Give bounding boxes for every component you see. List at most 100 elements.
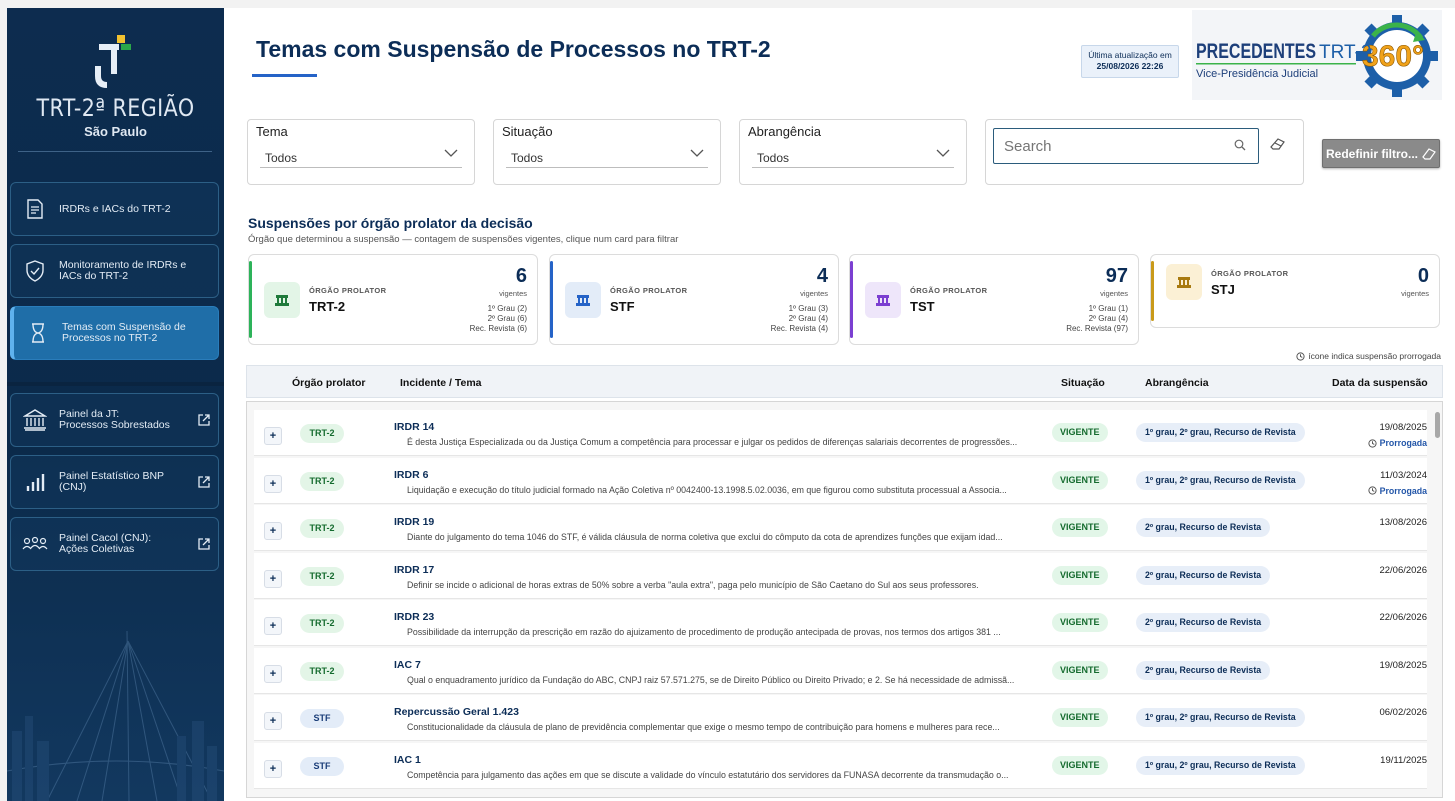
expand-row-button[interactable]: + xyxy=(264,522,282,540)
card-kind: ÓRGÃO PROLATOR xyxy=(1211,269,1289,278)
expand-row-button[interactable]: + xyxy=(264,664,282,683)
situacao-badge: VIGENTE xyxy=(1052,565,1108,585)
filter-label: Tema xyxy=(256,124,288,139)
prorrogada-label: Prorrogada xyxy=(1379,438,1427,448)
page-title: Temas com Suspensão de Processos no TRT-… xyxy=(256,36,771,62)
incidente-title: IRDR 23 xyxy=(394,611,435,623)
suspension-date: 19/08/2025 xyxy=(1379,422,1427,433)
card-count: 0 xyxy=(1417,265,1429,287)
expand-row-button[interactable]: + xyxy=(264,569,282,588)
brand-divider xyxy=(18,151,212,152)
org-badge: TRT-2 xyxy=(300,614,344,633)
abrangencia-badge: 2º grau, Recurso de Revista xyxy=(1136,518,1271,537)
nav-temas-suspensao[interactable]: Temas com Suspensão de Processos no TRT-… xyxy=(10,306,219,360)
org-badge: TRT-2 xyxy=(300,519,344,538)
courthouse-icon xyxy=(11,409,59,431)
card-vigentes: vigentes xyxy=(499,289,527,298)
table-row[interactable]: + TRT-2 IRDR 6 Liquidação e execução do … xyxy=(254,457,1427,504)
nav-painel-jt[interactable]: Painel da JT: Processos Sobrestados xyxy=(10,393,219,447)
card-detail: 1º Grau (3) xyxy=(788,304,828,313)
hourglass-icon xyxy=(14,323,62,343)
bar-chart-icon xyxy=(11,472,59,492)
nav-irdrs-iacs[interactable]: IRDRs e IACs do TRT-2 xyxy=(10,182,219,236)
incidente-title: IAC 7 xyxy=(394,658,421,671)
expand-row-button[interactable]: + xyxy=(264,427,282,445)
incidente-description: Diante do julgamento do tema 1046 do STF… xyxy=(407,532,1003,542)
abrangencia-dropdown[interactable]: Todos xyxy=(752,145,954,168)
incidente-description: Liquidação e execução do título judicial… xyxy=(407,484,1007,495)
org-card-trt-2[interactable]: ÓRGÃO PROLATOR TRT-2 6 vigentes 1º Grau … xyxy=(248,254,538,345)
org-card-stj[interactable]: ÓRGÃO PROLATOR STJ 0 vigentes xyxy=(1150,254,1440,328)
gavel-icon xyxy=(264,282,300,318)
card-accent-bar xyxy=(850,261,853,338)
chevron-down-icon xyxy=(444,149,458,157)
abrangencia-badge: 2º grau, Recurso de Revista xyxy=(1136,660,1271,680)
incidente-description: É desta Justiça Especializada ou da Just… xyxy=(407,437,1018,447)
clock-icon xyxy=(1367,438,1377,448)
incidente-description: Possibilidade da interrupção da prescriç… xyxy=(407,627,1001,637)
card-kind: ÓRGÃO PROLATOR xyxy=(910,286,988,295)
situacao-badge: VIGENTE xyxy=(1052,708,1108,727)
main-content: Temas com Suspensão de Processos no TRT-… xyxy=(224,8,1455,801)
org-card-tst[interactable]: ÓRGÃO PROLATOR TST 97 vigentes 1º Grau (… xyxy=(849,254,1139,345)
last-updated-value: 25/08/2026 22:26 xyxy=(1096,61,1164,71)
org-badge: TRT-2 xyxy=(300,424,344,443)
abrangencia-badge: 1º grau, 2º grau, Recurso de Revista xyxy=(1136,470,1305,490)
nav-painel-cacol[interactable]: Painel Cacol (CNJ): Ações Coletivas xyxy=(10,517,219,571)
search-icon[interactable] xyxy=(1234,139,1246,151)
col-incidente[interactable]: Incidente / Tema xyxy=(400,377,482,389)
table-body: + TRT-2 IRDR 14 É desta Justiça Especial… xyxy=(246,401,1443,798)
gavel-icon xyxy=(865,282,901,318)
table-row[interactable]: + TRT-2 IAC 7 Qual o enquadramento juríd… xyxy=(254,647,1427,694)
last-updated-label: Última atualização em xyxy=(1088,50,1172,60)
col-abrangencia[interactable]: Abrangência xyxy=(1145,377,1209,389)
table-row[interactable]: + TRT-2 IRDR 19 Diante do julgamento do … xyxy=(254,505,1427,551)
card-count: 4 xyxy=(816,265,828,287)
dropdown-value: Todos xyxy=(265,151,298,165)
card-name: STF xyxy=(610,299,635,314)
incidente-description: Qual o enquadramento jurídico da Fundaçã… xyxy=(407,674,1015,685)
expand-row-button[interactable]: + xyxy=(264,474,282,493)
table-row[interactable]: + TRT-2 IRDR 23 Possibilidade da interru… xyxy=(254,600,1427,646)
nav-label: IRDRs e IACs do TRT-2 xyxy=(59,202,171,215)
table-row[interactable]: + STF Repercussão Geral 1.423 Constituci… xyxy=(254,695,1427,741)
situacao-badge: VIGENTE xyxy=(1052,470,1108,490)
tema-dropdown[interactable]: Todos xyxy=(260,145,462,168)
dropdown-value: Todos xyxy=(757,151,790,165)
brand-name: TRT-2ª REGIÃO xyxy=(36,94,195,122)
external-link-icon xyxy=(190,538,218,550)
nav-painel-bnp[interactable]: Painel Estatístico BNP (CNJ) xyxy=(10,455,219,509)
situacao-badge: VIGENTE xyxy=(1052,518,1108,537)
abrangencia-badge: 2º grau, Recurso de Revista xyxy=(1136,565,1271,585)
org-badge: STF xyxy=(300,756,344,776)
col-situacao[interactable]: Situação xyxy=(1061,377,1105,389)
eraser-icon xyxy=(1422,147,1436,160)
dropdown-value: Todos xyxy=(511,151,544,165)
org-badge: TRT-2 xyxy=(300,661,344,681)
expand-row-button[interactable]: + xyxy=(264,617,282,635)
org-card-stf[interactable]: ÓRGÃO PROLATOR STF 4 vigentes 1º Grau (3… xyxy=(549,254,839,345)
expand-row-button[interactable]: + xyxy=(264,759,282,778)
logo-trt: TRT-2 xyxy=(1319,42,1371,63)
filter-label: Abrangência xyxy=(748,124,821,139)
col-orgao[interactable]: Órgão prolator xyxy=(292,377,366,389)
situacao-badge: VIGENTE xyxy=(1052,660,1108,680)
table-row[interactable]: + TRT-2 IRDR 14 É desta Justiça Especial… xyxy=(254,410,1427,456)
eraser-icon[interactable] xyxy=(1270,138,1285,150)
title-underline xyxy=(252,74,317,77)
nav-monitoramento[interactable]: Monitoramento de IRDRs e IACs do TRT-2 xyxy=(10,244,219,298)
abrangencia-badge: 1º grau, 2º grau, Recurso de Revista xyxy=(1136,755,1305,775)
org-badge: TRT-2 xyxy=(300,566,344,586)
incidente-title: IRDR 6 xyxy=(394,468,429,481)
table-row[interactable]: + STF IAC 1 Competência para julgamento … xyxy=(254,742,1427,789)
scrollbar-thumb[interactable] xyxy=(1435,412,1440,438)
prorrogada-flag: Prorrogada xyxy=(1367,438,1427,448)
expand-row-button[interactable]: + xyxy=(264,712,282,730)
incidente-title: IRDR 17 xyxy=(394,563,435,576)
table-row[interactable]: + TRT-2 IRDR 17 Definir se incide o adic… xyxy=(254,552,1427,599)
situacao-dropdown[interactable]: Todos xyxy=(506,145,708,168)
search-input[interactable] xyxy=(993,128,1259,164)
col-data[interactable]: Data da suspensão xyxy=(1332,377,1428,389)
incidente-description: Definir se incide o adicional de horas e… xyxy=(407,579,979,590)
reset-filter-button[interactable]: Redefinir filtro... xyxy=(1322,139,1440,168)
